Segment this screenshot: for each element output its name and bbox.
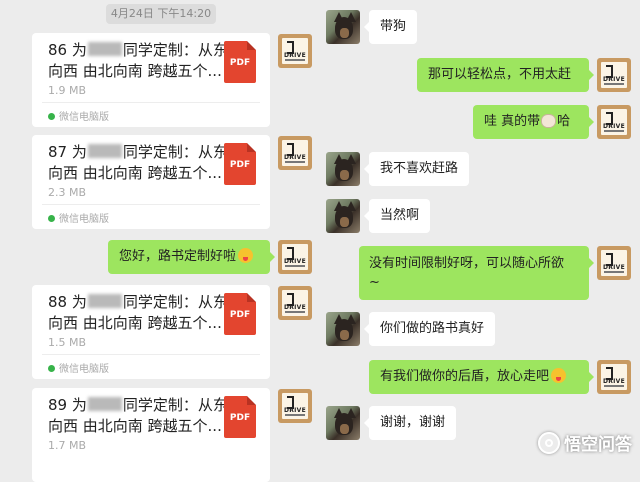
avatar-drive[interactable]: DRIVE [597, 105, 631, 139]
pdf-icon: PDF [224, 396, 256, 438]
avatar-drive[interactable]: DRIVE [278, 286, 312, 320]
message-route-ready[interactable]: 您好，路书定制好啦 [108, 240, 275, 274]
message-bring-dog[interactable]: 带狗 [363, 10, 418, 44]
avatar-customer[interactable] [326, 406, 360, 440]
file-title: 88 为同学定制：从东向西 由北向南 跨越五个... [48, 293, 228, 332]
file-size: 1.9 MB [48, 84, 87, 97]
divider [42, 102, 260, 103]
file-title: 87 为同学定制：从东向西 由北向南 跨越五个... [48, 143, 228, 182]
message-thanks[interactable]: 谢谢，谢谢 [363, 406, 457, 440]
avatar-customer[interactable] [326, 312, 360, 346]
file-message-88[interactable]: 88 为同学定制：从东向西 由北向南 跨越五个... 1.5 MB 微信电脑版 … [32, 285, 270, 379]
avatar-drive[interactable]: DRIVE [278, 136, 312, 170]
avatar-customer[interactable] [326, 10, 360, 44]
file-size: 2.3 MB [48, 186, 87, 199]
avatar-drive[interactable]: DRIVE [597, 58, 631, 92]
file-size: 1.7 MB [48, 439, 87, 452]
tongue-emoji [238, 248, 254, 263]
blurred-name [87, 294, 122, 308]
file-source: 微信电脑版 [48, 108, 109, 123]
pdf-icon: PDF [224, 41, 256, 83]
message-great-roadbook[interactable]: 你们做的路书真好 [363, 312, 496, 346]
message-dislike-rush[interactable]: 我不喜欢赶路 [363, 152, 470, 186]
avatar-customer[interactable] [326, 199, 360, 233]
message-we-back-you[interactable]: 有我们做你的后盾，放心走吧 [369, 360, 594, 394]
divider [42, 204, 260, 205]
blurred-name [87, 397, 122, 411]
wukong-logo-icon [538, 432, 560, 454]
dog-emoji [541, 114, 557, 128]
message-no-time-limit[interactable]: 没有时间限制好呀，可以随心所欲 ~ [359, 246, 594, 300]
wechat-pc-icon [48, 113, 55, 120]
message-of-course[interactable]: 当然啊 [363, 199, 431, 233]
watermark: 悟空问答 [538, 432, 632, 458]
avatar-drive[interactable]: DRIVE [278, 389, 312, 423]
avatar-drive[interactable]: DRIVE [597, 246, 631, 280]
pdf-icon: PDF [224, 143, 256, 185]
avatar-drive[interactable]: DRIVE [597, 360, 631, 394]
wechat-pc-icon [48, 365, 55, 372]
file-size: 1.5 MB [48, 336, 87, 349]
file-source: 微信电脑版 [48, 360, 109, 375]
avatar-drive[interactable]: DRIVE [278, 34, 312, 68]
file-title: 86 为同学定制：从东向西 由北向南 跨越五个... [48, 41, 228, 80]
avatar-drive[interactable]: DRIVE [278, 240, 312, 274]
message-really-dog[interactable]: 哇 真的带哈 [473, 105, 594, 139]
tongue-emoji [551, 368, 567, 383]
timestamp: 4月24日 下午14:20 [106, 4, 216, 24]
divider [42, 354, 260, 355]
blurred-name [87, 42, 122, 56]
file-source: 微信电脑版 [48, 210, 109, 225]
pdf-icon: PDF [224, 293, 256, 335]
file-title: 89 为同学定制：从东向西 由北向南 跨越五个... [48, 396, 228, 435]
file-message-87[interactable]: 87 为同学定制：从东向西 由北向南 跨越五个... 2.3 MB 微信电脑版 … [32, 135, 270, 229]
file-message-86[interactable]: 86 为同学定制：从东向西 由北向南 跨越五个... 1.9 MB 微信电脑版 … [32, 33, 270, 127]
message-take-it-easy[interactable]: 那可以轻松点，不用太赶 [417, 58, 594, 92]
wechat-pc-icon [48, 215, 55, 222]
blurred-name [87, 144, 122, 158]
avatar-customer[interactable] [326, 152, 360, 186]
